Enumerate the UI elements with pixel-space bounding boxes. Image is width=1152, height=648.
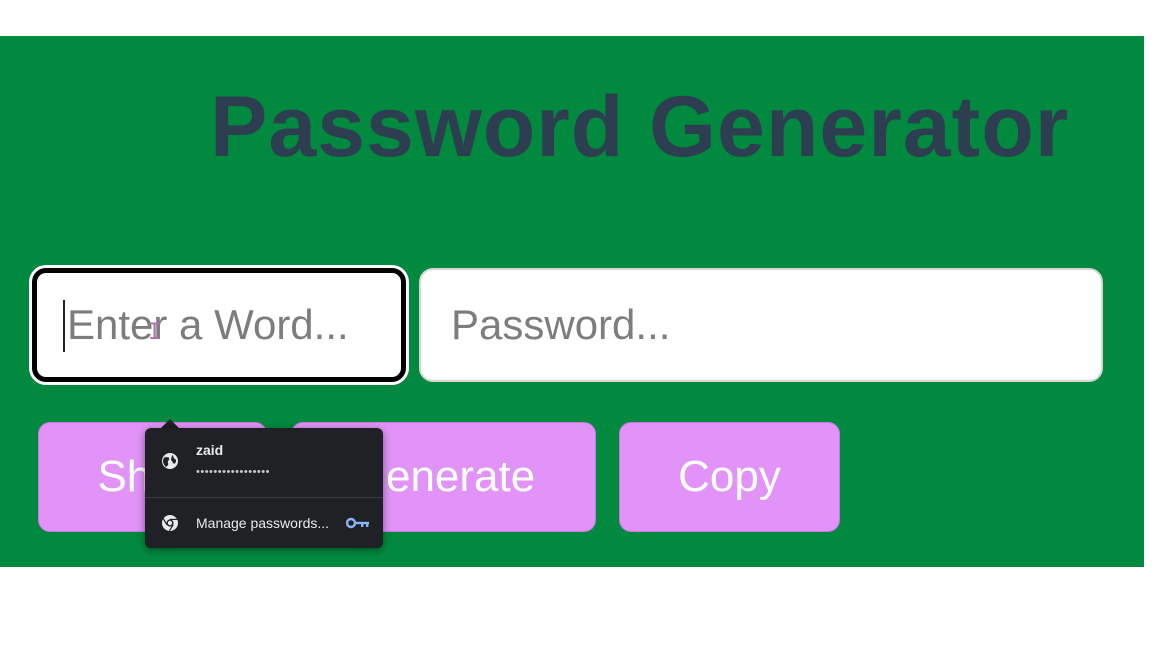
saved-password-mask: •••••••••••••••••: [196, 466, 270, 478]
page-title: Password Generator: [210, 79, 1070, 175]
word-input[interactable]: [32, 268, 406, 382]
globe-icon: [162, 453, 178, 469]
password-autofill-popup: zaid ••••••••••••••••• Manage passwords.…: [145, 428, 383, 548]
manage-passwords-label: Manage passwords...: [196, 515, 330, 531]
manage-passwords-item[interactable]: Manage passwords...: [145, 498, 383, 548]
saved-username: zaid: [196, 442, 224, 458]
password-output[interactable]: [419, 268, 1103, 382]
ibeam-cursor-icon: I: [148, 320, 162, 345]
key-icon: [346, 517, 369, 529]
saved-password-item[interactable]: zaid •••••••••••••••••: [145, 428, 383, 496]
chrome-icon: [162, 515, 178, 532]
text-caret: [63, 300, 65, 352]
copy-button[interactable]: Copy: [619, 422, 840, 532]
app-container: Password Generator I Show Generate Copy …: [0, 36, 1144, 567]
